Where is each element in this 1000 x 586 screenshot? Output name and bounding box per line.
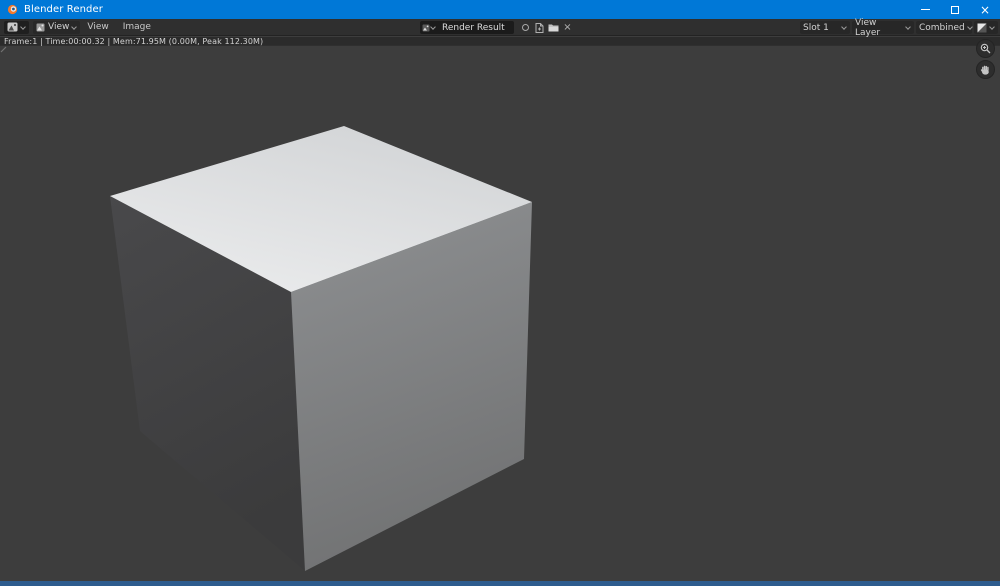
datablock-buttons: × — [519, 21, 574, 34]
chevron-down-icon — [906, 25, 911, 30]
titlebar: Blender Render × — [0, 0, 1000, 19]
zoom-icon — [980, 43, 991, 54]
close-icon: × — [979, 2, 991, 17]
render-stats-bar: Frame:1 | Time:00:00.32 | Mem:71.95M (0.… — [0, 37, 1000, 46]
window-controls: × — [910, 0, 1000, 19]
render-stats-text: Frame:1 | Time:00:00.32 | Mem:71.95M (0.… — [4, 36, 264, 46]
header-right-controls: Slot 1 View Layer Combined — [800, 18, 998, 38]
blender-render-window: { "window": { "title": "Blender Render" … — [0, 0, 1000, 586]
pin-icon — [522, 24, 529, 31]
open-image-icon — [548, 24, 559, 32]
render-pass-label: Combined — [919, 22, 965, 33]
browse-image-icon — [422, 24, 430, 31]
view-layer-dropdown[interactable]: View Layer — [852, 18, 914, 38]
window-title: Blender Render — [24, 4, 103, 15]
chevron-down-icon — [21, 25, 26, 30]
new-image-icon — [535, 22, 544, 33]
maximize-icon — [951, 5, 959, 14]
unlink-icon: × — [563, 21, 572, 33]
view-layer-label: View Layer — [855, 17, 881, 38]
maximize-button[interactable] — [940, 0, 970, 19]
chevron-down-icon — [990, 25, 995, 30]
color-alpha-icon — [977, 23, 987, 32]
image-name-field[interactable] — [438, 21, 514, 34]
chevron-down-icon — [72, 25, 77, 30]
open-image-button[interactable] — [547, 21, 560, 34]
menu-image[interactable]: Image — [116, 22, 158, 32]
browse-image-button[interactable] — [420, 21, 438, 34]
slot-label: Slot 1 — [803, 22, 829, 33]
zoom-button[interactable] — [976, 39, 995, 58]
pan-button[interactable] — [976, 60, 995, 79]
render-viewport[interactable] — [0, 46, 1000, 581]
blender-logo-icon — [7, 4, 18, 15]
mode-dropdown[interactable]: View — [33, 20, 81, 34]
bottom-edge — [0, 581, 1000, 586]
render-pass-dropdown[interactable]: Combined — [916, 21, 972, 34]
pan-icon — [980, 65, 989, 75]
menu-view[interactable]: View — [80, 22, 115, 32]
display-channels-dropdown[interactable] — [974, 21, 998, 34]
minimize-button[interactable] — [910, 0, 940, 19]
editor-type-dropdown[interactable] — [4, 20, 29, 34]
mode-label: View — [48, 22, 70, 32]
chevron-down-icon — [968, 25, 973, 30]
chevron-down-icon — [842, 25, 847, 30]
unlink-button[interactable]: × — [561, 21, 574, 34]
image-editor-icon — [7, 22, 18, 32]
rendered-cube-image — [0, 46, 532, 571]
chevron-down-icon — [431, 25, 436, 30]
image-datablock-selector: × — [420, 21, 574, 34]
close-button[interactable]: × — [970, 0, 1000, 19]
new-image-button[interactable] — [533, 21, 546, 34]
area-corner-handle[interactable] — [0, 46, 7, 53]
image-icon — [36, 23, 45, 31]
minimize-icon — [920, 9, 930, 10]
slot-dropdown[interactable]: Slot 1 — [800, 21, 850, 34]
pin-button[interactable] — [519, 21, 532, 34]
viewport-tools — [976, 39, 995, 79]
image-editor-header: View View Image Render Result × Slot 1 V… — [0, 18, 1000, 38]
